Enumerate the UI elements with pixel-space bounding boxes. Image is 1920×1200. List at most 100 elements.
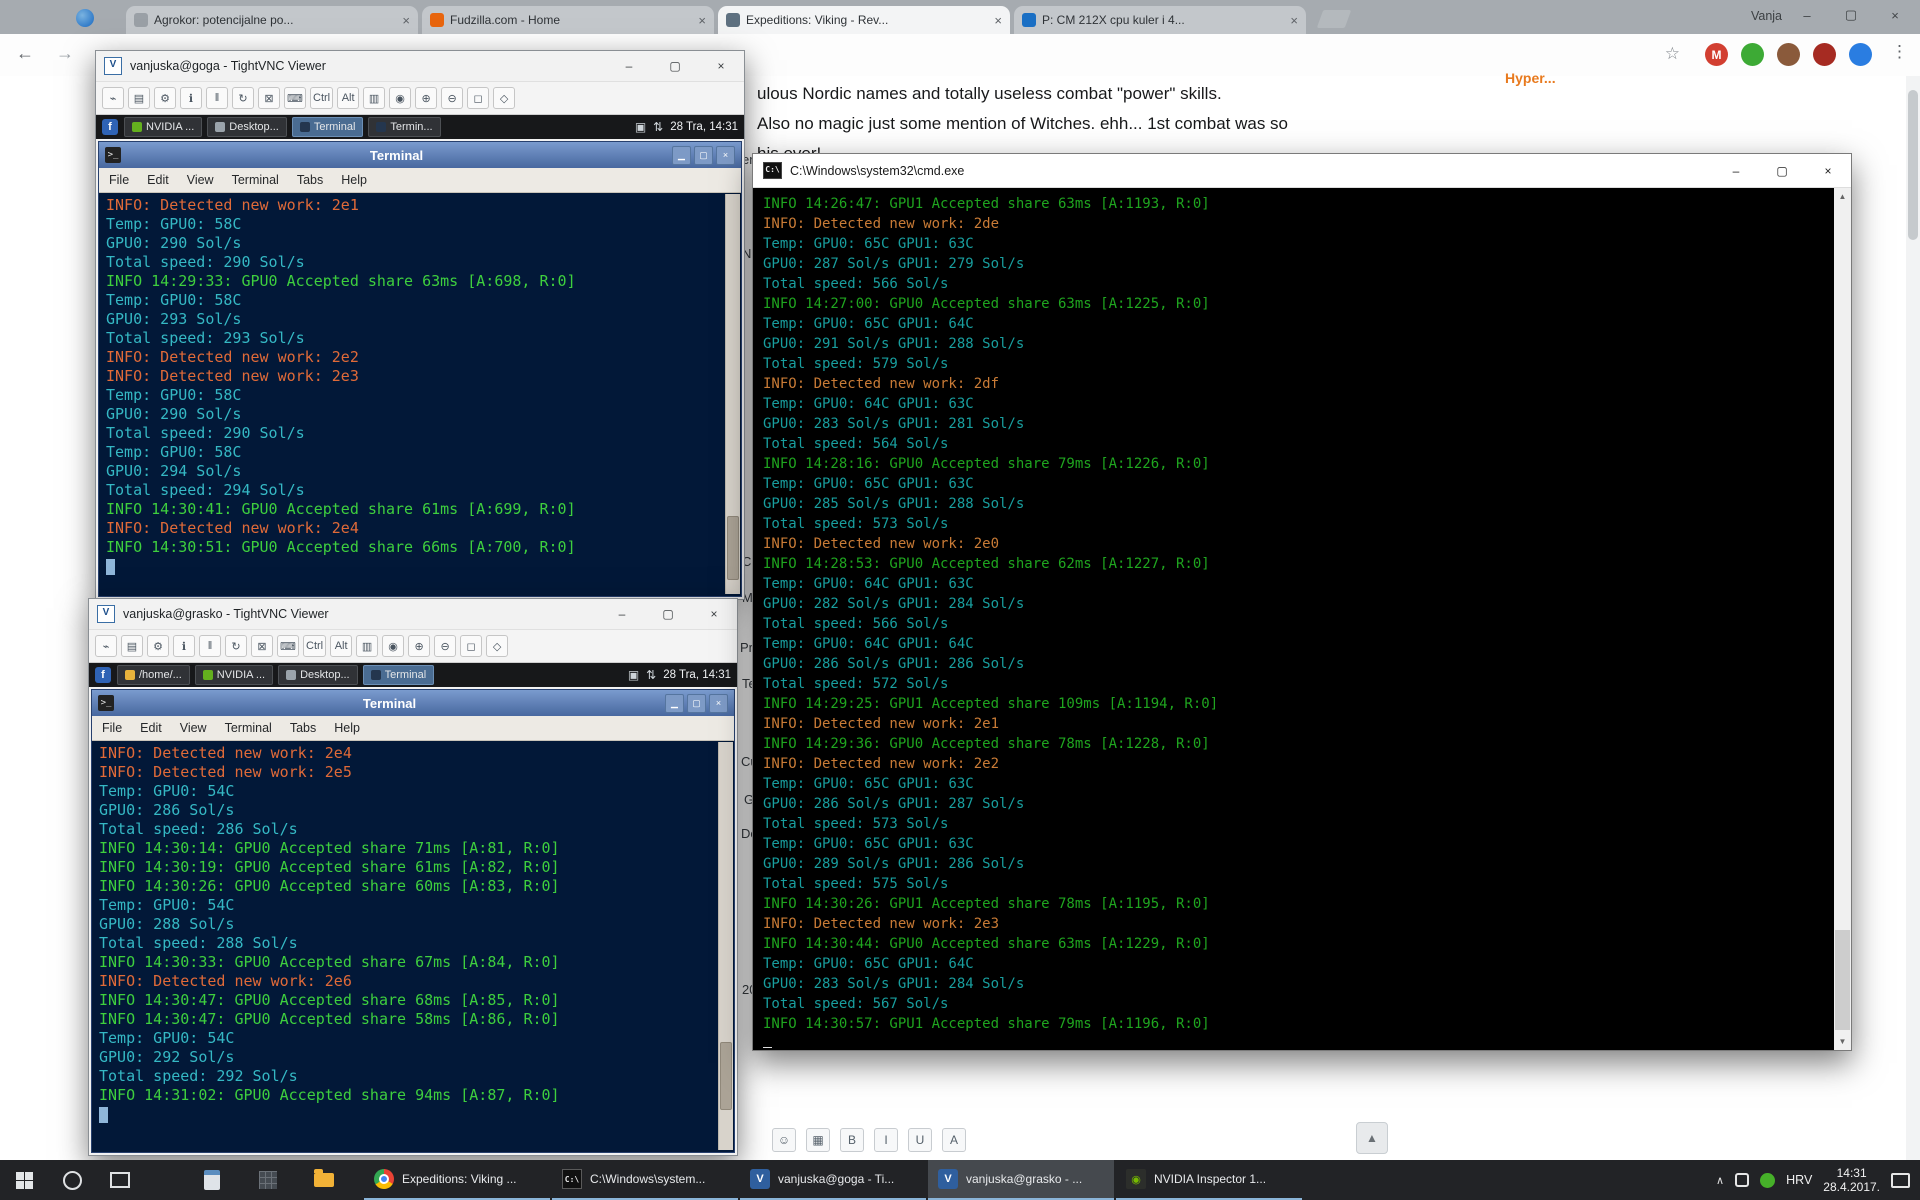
menu-view[interactable]: View [180,721,207,735]
panel-task[interactable]: Termin... [368,117,440,137]
zoom-in-icon[interactable]: ⊕ [408,635,430,657]
tab-close-icon[interactable]: × [1290,13,1298,28]
maximize-button[interactable]: ▢ [1759,154,1805,187]
tab-expeditions-viking[interactable]: Expeditions: Viking - Rev... × [718,6,1010,34]
profile-name[interactable]: Vanja [1751,9,1782,23]
scroll-top-button[interactable]: ▲ [1356,1122,1388,1154]
image-icon[interactable]: ▦ [806,1128,830,1152]
menu-file[interactable]: File [102,721,122,735]
tab-agrokor[interactable]: Agrokor: potencijalne po... × [126,6,418,34]
forward-icon[interactable]: → [56,43,74,64]
keyboard-icon[interactable]: ⌨ [277,635,299,657]
cortana-button[interactable] [48,1160,96,1200]
taskbar-app-chrome[interactable]: Expeditions: Viking ... [364,1160,550,1200]
keyboard-icon[interactable]: ⌨ [284,87,306,109]
save-session-icon[interactable]: ▤ [128,87,150,109]
vnc-grasko-titlebar[interactable]: V vanjuska@grasko - TightVNC Viewer – ▢ … [89,599,737,629]
toolbar-brown-extension-icon[interactable] [1777,43,1800,66]
panel-clock[interactable]: 28 Tra, 14:31 [670,121,738,133]
emoji-icon[interactable]: ☺ [772,1128,796,1152]
toolbar-green-extension-icon[interactable] [1741,43,1764,66]
new-tab-button[interactable] [1317,10,1352,28]
zoom-100-icon[interactable]: ◻ [460,635,482,657]
panel-clock[interactable]: 28 Tra, 14:31 [663,669,731,681]
pause-icon[interactable]: ‖ [206,87,228,109]
terminal-scrollbar-thumb[interactable] [720,1042,732,1110]
panel-task[interactable]: /home/... [117,665,190,685]
tab-forum-cpu-kuler[interactable]: P: CM 212X cpu kuler i 4... × [1014,6,1306,34]
save-session-icon[interactable]: ▤ [121,635,143,657]
chrome-close-button[interactable]: × [1874,0,1916,30]
cmd-titlebar[interactable]: C:\ C:\Windows\system32\cmd.exe – ▢ × [753,154,1851,188]
bookmark-star-icon[interactable]: ☆ [1665,44,1680,64]
close-button[interactable]: × [1805,154,1851,187]
cmd-scrollbar-thumb[interactable] [1835,930,1850,1030]
zoom-in-icon[interactable]: ⊕ [415,87,437,109]
terminal-close-button[interactable]: × [709,694,728,713]
terminal-scrollbar[interactable] [725,194,740,594]
maximize-button[interactable]: ▢ [652,51,698,81]
zoom-fit-icon[interactable]: ◇ [486,635,508,657]
tab-fudzilla[interactable]: Fudzilla.com - Home × [422,6,714,34]
tab-close-icon[interactable]: × [994,13,1002,28]
menu-view[interactable]: View [187,173,214,187]
terminal-minimize-button[interactable]: ▁ [672,146,691,165]
tray-chevron-icon[interactable]: ∧ [1716,1174,1724,1187]
panel-task[interactable]: Desktop... [207,117,287,137]
taskbar-folder-button[interactable] [296,1160,352,1200]
new-connection-icon[interactable]: ⌁ [102,87,124,109]
refresh-icon[interactable]: ↻ [232,87,254,109]
notification-center-icon[interactable] [1891,1173,1910,1188]
taskbar-app-cmd[interactable]: C:\C:\Windows\system... [552,1160,738,1200]
taskbar-app-vnc[interactable]: Vvanjuska@grasko - ... [928,1160,1114,1200]
tab-close-icon[interactable]: × [698,13,706,28]
panel-task[interactable]: NVIDIA ... [195,665,273,685]
pinned-tab[interactable] [76,9,94,27]
chrome-maximize-button[interactable]: ▢ [1830,0,1872,30]
network-icon[interactable]: ⇅ [653,120,663,134]
ctrl-key-icon[interactable]: Ctrl [303,635,326,657]
cmd-scrollbar[interactable]: ▲ ▼ [1834,188,1851,1050]
menu-terminal[interactable]: Terminal [225,721,272,735]
taskbar-app-vnc[interactable]: Vvanjuska@goga - Ti... [740,1160,926,1200]
tray-icon[interactable] [1735,1173,1749,1187]
menu-help[interactable]: Help [341,173,367,187]
connection-info-icon[interactable]: ℹ [180,87,202,109]
start-button[interactable] [0,1160,48,1200]
clipboard-icon[interactable]: ▥ [363,87,385,109]
screenshot-icon[interactable]: ◉ [389,87,411,109]
panel-menu-icon[interactable]: f [102,119,118,135]
network-icon[interactable]: ⇅ [646,668,656,682]
minimize-button[interactable]: – [1713,154,1759,187]
minimize-button[interactable]: – [599,599,645,629]
alt-key-icon[interactable]: Alt [330,635,352,657]
menu-tabs[interactable]: Tabs [297,173,323,187]
terminal-titlebar[interactable]: >_ Terminal ▁ ▢ × [92,690,734,716]
zoom-fit-icon[interactable]: ◇ [493,87,515,109]
scroll-up-icon[interactable]: ▲ [1834,188,1851,205]
toolbar-shield-extension-icon[interactable] [1813,43,1836,66]
terminal-maximize-button[interactable]: ▢ [694,146,713,165]
task-view-button[interactable] [96,1160,144,1200]
zoom-out-icon[interactable]: ⊖ [434,635,456,657]
terminal-scrollbar[interactable] [718,742,733,1150]
chrome-minimize-button[interactable]: – [1786,0,1828,30]
zoom-out-icon[interactable]: ⊖ [441,87,463,109]
taskbar-clock[interactable]: 14:31 28.4.2017. [1823,1166,1880,1194]
connection-options-icon[interactable]: ⚙ [147,635,169,657]
italic-icon[interactable]: I [874,1128,898,1152]
panel-task[interactable]: Terminal [363,665,435,685]
terminal-minimize-button[interactable]: ▁ [665,694,684,713]
screenshot-icon[interactable]: ◉ [382,635,404,657]
back-icon[interactable]: ← [16,43,34,64]
terminal-scrollbar-thumb[interactable] [727,516,739,580]
clipboard-icon[interactable]: ▥ [356,635,378,657]
new-connection-icon[interactable]: ⌁ [95,635,117,657]
ctrl-alt-del-icon[interactable]: ⊠ [258,87,280,109]
scroll-down-icon[interactable]: ▼ [1834,1033,1851,1050]
bold-icon[interactable]: B [840,1128,864,1152]
nvidia-tray-icon[interactable] [1760,1173,1775,1188]
menu-file[interactable]: File [109,173,129,187]
close-button[interactable]: × [698,51,744,81]
menu-edit[interactable]: Edit [147,173,169,187]
